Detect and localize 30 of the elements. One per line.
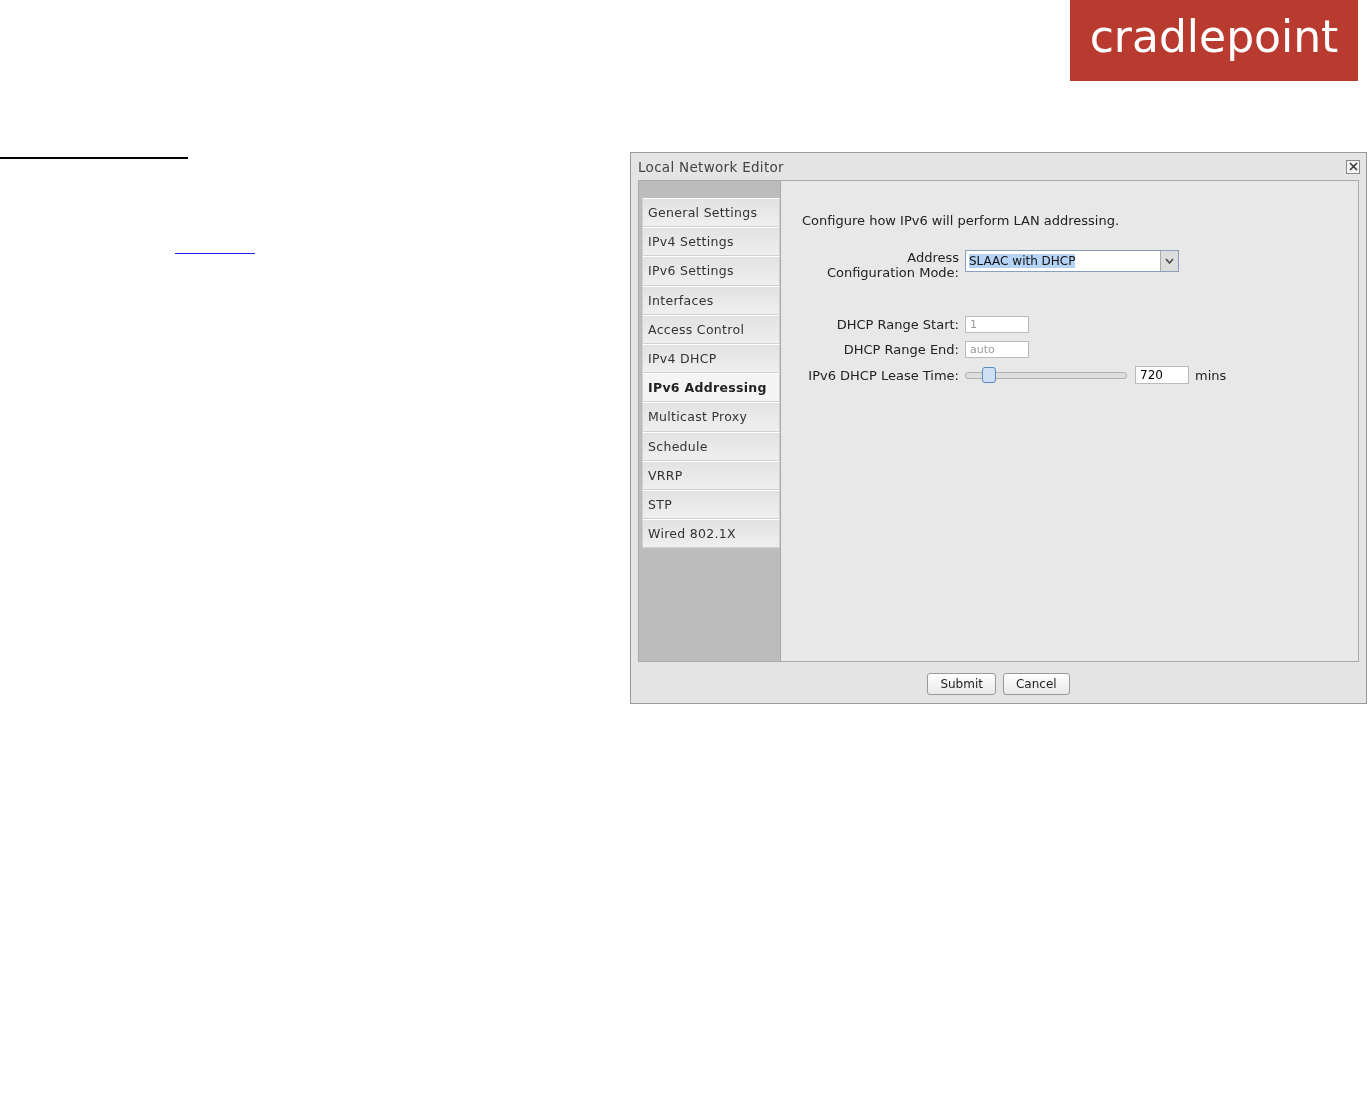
brand-logo: cradlepoint <box>1070 0 1358 81</box>
sidebar-tab[interactable]: Access Control <box>642 314 780 344</box>
window-title: Local Network Editor <box>638 158 784 175</box>
sidebar-tab[interactable]: IPv6 Settings <box>642 256 780 286</box>
sidebar-tab[interactable]: STP <box>642 489 780 520</box>
sidebar-tab[interactable]: General Settings <box>642 198 780 228</box>
mode-dropdown[interactable]: SLAAC with DHCP <box>965 250 1179 272</box>
field-label: DHCP Range Start: <box>835 317 960 332</box>
field-label: DHCP Range End: <box>842 342 960 357</box>
sidebar-tab[interactable]: IPv4 DHCP <box>642 343 780 374</box>
field-label: Address Configuration Mode: <box>825 250 960 280</box>
sidebar-tab[interactable]: Multicast Proxy <box>642 402 780 432</box>
selected-value: SLAAC with DHCP <box>969 254 1076 268</box>
sidebar-tab[interactable]: Interfaces <box>642 285 780 315</box>
unit-label: mins <box>1195 367 1227 383</box>
sidebar-tab[interactable]: VRRP <box>642 460 780 490</box>
close-button[interactable] <box>1346 159 1360 174</box>
sidebar-tab[interactable]: IPv4 Settings <box>642 227 780 257</box>
dialog-button[interactable]: Submit <box>927 672 996 695</box>
field-label: IPv6 DHCP Lease Time: <box>807 367 960 383</box>
input-field[interactable]: 720 <box>1135 366 1189 384</box>
caret-icon <box>1160 251 1178 271</box>
sidebar-tab[interactable]: IPv6 Addressing <box>642 373 780 403</box>
dialog-button[interactable]: Cancel <box>1002 672 1070 695</box>
sidebar-tab[interactable]: Schedule <box>642 431 780 461</box>
intro-text: Configure how IPv6 will perform LAN addressing. <box>802 213 1121 228</box>
sidebar-tab[interactable]: Wired 802.1X <box>642 519 780 549</box>
input-field[interactable]: 1 <box>965 316 1029 333</box>
input-field[interactable]: auto <box>965 341 1029 358</box>
slider-thumb[interactable] <box>981 366 996 383</box>
